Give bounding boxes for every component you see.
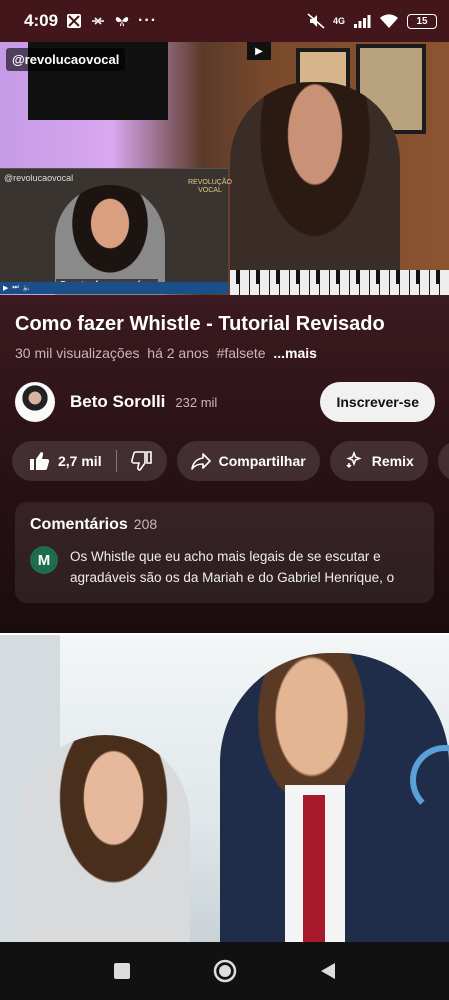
channel-avatar[interactable] [15, 382, 55, 422]
comment-text: Os Whistle que eu acho mais legais de se… [70, 549, 395, 585]
inset-play-icon: ▶ [3, 285, 9, 292]
play-badge-icon: ▶ [247, 42, 271, 60]
like-count[interactable]: 2,7 mil [58, 453, 102, 469]
like-icon[interactable] [28, 450, 50, 472]
video-channel-tag: @revolucaovocal [6, 48, 126, 71]
battery-indicator: 15 [407, 13, 437, 29]
subscribe-button[interactable]: Inscrever-se [320, 382, 435, 422]
share-label: Compartilhar [218, 453, 306, 469]
signal-icon [354, 15, 371, 28]
dislike-icon[interactable] [130, 450, 153, 472]
view-count: 30 mil visualizações [15, 345, 140, 361]
ad-woman [20, 735, 190, 942]
video-player[interactable]: ▶ @revolucaovocal @revolucaovocal REVOLU… [0, 42, 449, 295]
video-inset: @revolucaovocal REVOLUÇÃO VOCAL Quarto: … [0, 168, 232, 295]
comments-panel[interactable]: Comentários 208 M Os Whistle que eu acho… [15, 502, 434, 603]
like-dislike-group: 2,7 mil [12, 441, 167, 481]
butterfly-icon [115, 17, 129, 27]
channel-name[interactable]: Beto Sorolli [70, 392, 165, 412]
share-button[interactable]: Compartilhar [176, 441, 320, 481]
system-navigation-bar [0, 942, 449, 1000]
recents-button[interactable] [102, 951, 142, 991]
top-comment[interactable]: M Os Whistle que eu acho mais legais de … [30, 546, 419, 588]
wifi-icon [380, 13, 398, 28]
channel-row: Beto Sorolli 232 mil Inscrever-se [15, 380, 435, 424]
remix-icon [346, 451, 362, 469]
video-inset-handle: @revolucaovocal [4, 173, 74, 183]
share-icon [190, 453, 211, 470]
back-icon [320, 963, 335, 979]
video-keyboard [230, 270, 449, 295]
ad-tie [303, 795, 325, 942]
video-inset-logo: REVOLUÇÃO VOCAL [188, 179, 232, 194]
status-time: 4:09 [24, 11, 59, 30]
app-notification-icon [67, 14, 82, 28]
network-type: 4G [332, 16, 345, 26]
remix-button[interactable]: Remix [329, 441, 428, 481]
recents-icon [113, 963, 130, 979]
video-inset-controls: ▶ ⏭ 🔈 [0, 282, 228, 294]
inset-next-icon: ⏭ [12, 284, 19, 291]
comments-count: 208 [133, 516, 158, 532]
video-meta[interactable]: 30 mil visualizações há 2 anos #falsete … [15, 345, 317, 361]
status-bar: 4:09 ··· 4G 15 [0, 0, 449, 42]
comments-title: Comentários [30, 516, 128, 533]
video-info: Como fazer Whistle - Tutorial Revisado 3… [0, 295, 449, 635]
video-title[interactable]: Como fazer Whistle - Tutorial Revisado [15, 313, 385, 336]
more-notifications-icon: ··· [138, 12, 158, 29]
video-presenter [230, 82, 400, 292]
like-divider [115, 450, 117, 472]
comments-header: Comentários 208 [30, 516, 419, 534]
subscriber-count: 232 mil [175, 394, 218, 410]
more-link[interactable]: ...mais [273, 345, 317, 361]
status-system-icons: 4G 15 [307, 13, 437, 29]
status-notification-icons: ··· [66, 12, 157, 30]
upload-age: há 2 anos [147, 345, 209, 361]
action-bar: 2,7 mil Compartilhar Remix [12, 441, 449, 481]
mute-icon [307, 13, 325, 29]
home-icon [213, 959, 236, 983]
ad-image[interactable] [0, 635, 449, 942]
back-button[interactable] [308, 951, 348, 991]
link-icon [92, 17, 105, 25]
inset-volume-icon: 🔈 [22, 285, 32, 292]
home-button[interactable] [205, 951, 245, 991]
remix-label: Remix [371, 453, 414, 469]
comment-avatar: M [30, 546, 58, 574]
hashtag[interactable]: #falsete [217, 345, 266, 361]
download-button[interactable] [437, 441, 449, 481]
